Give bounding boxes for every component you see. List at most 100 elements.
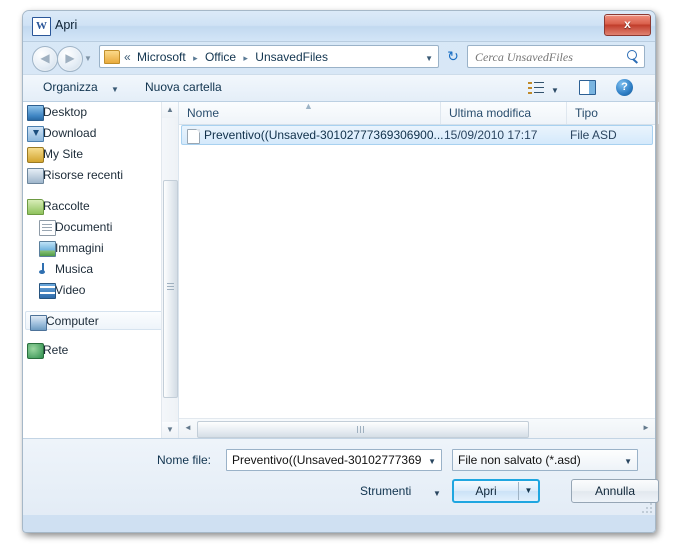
sidebar-item-desktop[interactable]: Desktop (23, 102, 178, 123)
address-bar[interactable]: « Microsoft ▸ Office ▸ UnsavedFiles ▼ (99, 45, 439, 68)
sidebar-item-raccolte[interactable]: Raccolte (23, 196, 178, 217)
chevron-down-icon[interactable]: ▼ (425, 54, 433, 63)
sidebar-item-video[interactable]: Video (23, 280, 178, 301)
video-icon (39, 283, 56, 299)
action-row: Strumenti ▼ Apri ▼ Annulla (35, 479, 659, 505)
forward-arrow-icon: ▶ (65, 51, 75, 65)
filename-value: Preventivo((Unsaved-3010277736930( (232, 453, 422, 467)
file-modified: 15/09/2010 17:17 (444, 128, 538, 142)
new-folder-button[interactable]: Nuova cartella (145, 80, 222, 94)
network-icon (27, 343, 44, 359)
column-header-ultima-modifica[interactable]: Ultima modifica (441, 102, 567, 124)
file-name: Preventivo((Unsaved-30102777369306900... (204, 128, 444, 142)
search-icon (626, 50, 639, 64)
forward-button[interactable]: ▶ (57, 46, 83, 72)
open-dialog-window: W Apri x ◀ ▶ ▼ « Microsoft ▸ Office ▸ Un… (22, 10, 659, 533)
breadcrumb-separator-2[interactable]: ▸ (239, 53, 252, 63)
sidebar-scroll-down-icon[interactable]: ▼ (162, 422, 178, 438)
sidebar-item-label: Video (55, 283, 86, 297)
filename-chevron-down-icon[interactable]: ▼ (428, 457, 436, 466)
address-bar-row: ◀ ▶ ▼ « Microsoft ▸ Office ▸ UnsavedFile… (23, 42, 655, 74)
pictures-icon (39, 241, 56, 257)
tools-button[interactable]: Strumenti (360, 484, 411, 498)
file-list-horizontal-scrollbar[interactable]: ◄ ► (179, 418, 655, 438)
sidebar-item-label: Raccolte (43, 199, 90, 213)
open-button[interactable]: Apri ▼ (452, 479, 540, 503)
toolbar: Organizza ▼ Nuova cartella ▼ ? (23, 74, 655, 102)
organize-chevron-down-icon[interactable]: ▼ (111, 85, 119, 94)
sidebar-item-label: Musica (55, 262, 94, 276)
filter-chevron-down-icon[interactable]: ▼ (624, 457, 632, 466)
dialog-footer: Nome file: Preventivo((Unsaved-301027773… (23, 439, 659, 515)
breadcrumb-prefix[interactable]: « (124, 50, 134, 64)
view-chevron-down-icon[interactable]: ▼ (551, 86, 559, 95)
sidebar-item-my-site[interactable]: My Site (23, 144, 178, 165)
hscroll-left-icon[interactable]: ◄ (180, 420, 196, 436)
filename-row: Nome file: Preventivo((Unsaved-301027773… (35, 449, 643, 473)
history-dropdown-icon[interactable]: ▼ (84, 54, 92, 63)
sidebar-item-label: Documenti (55, 220, 113, 234)
word-icon: W (32, 17, 51, 36)
music-icon (39, 262, 54, 276)
filename-input[interactable]: Preventivo((Unsaved-3010277736930( ▼ (226, 449, 442, 471)
sidebar-item-documenti[interactable]: Documenti (23, 217, 178, 238)
help-icon[interactable]: ? (616, 79, 633, 96)
sidebar-item-label: Download (43, 126, 97, 140)
hscroll-thumb[interactable] (197, 421, 529, 438)
recent-places-icon (27, 168, 44, 184)
sidebar-scroll-thumb[interactable] (163, 180, 178, 398)
list-view-icon[interactable] (528, 81, 544, 95)
libraries-icon (27, 199, 44, 215)
folder-icon (104, 50, 120, 64)
sidebar-group-spacer (23, 330, 178, 340)
refresh-icon[interactable]: ↻ (444, 48, 462, 65)
desktop-background: W Apri x ◀ ▶ ▼ « Microsoft ▸ Office ▸ Un… (0, 0, 678, 549)
sidebar-item-label: Desktop (43, 105, 88, 119)
navigation-sidebar: Desktop Download My Site Risorse recenti Rac… (23, 102, 179, 438)
title-bar: W Apri x (23, 11, 655, 42)
computer-icon (30, 315, 47, 331)
desktop-icon (27, 105, 44, 121)
sidebar-item-label: Rete (43, 343, 69, 357)
column-header-row: Nome ▲ Ultima modifica Tipo (179, 101, 659, 125)
breadcrumb-item-unsavedfiles[interactable]: UnsavedFiles (255, 50, 328, 64)
sidebar-scroll-up-icon[interactable]: ▲ (162, 102, 178, 118)
download-icon (27, 126, 44, 142)
file-rows: Preventivo((Unsaved-30102777369306900...… (179, 124, 655, 418)
cancel-button[interactable]: Annulla (571, 479, 659, 503)
close-button[interactable]: x (604, 14, 651, 36)
sidebar-item-risorse-recenti[interactable]: Risorse recenti (23, 165, 178, 186)
back-arrow-icon: ◀ (40, 51, 50, 65)
sidebar-item-musica[interactable]: Musica (23, 259, 178, 280)
my-site-icon (27, 147, 44, 163)
sidebar-item-download[interactable]: Download (23, 123, 178, 144)
resize-grip[interactable] (641, 502, 652, 513)
hscroll-right-icon[interactable]: ► (638, 420, 654, 436)
sidebar-group-spacer (23, 186, 178, 196)
breadcrumb-item-office[interactable]: Office (205, 50, 236, 64)
sidebar-scrollbar[interactable]: ▲ ▼ (161, 102, 178, 438)
sidebar-item-rete[interactable]: Rete (23, 340, 178, 361)
close-icon: x (624, 17, 631, 31)
search-box[interactable] (467, 45, 645, 68)
tools-chevron-down-icon[interactable]: ▼ (433, 489, 441, 498)
sidebar-item-computer[interactable]: Computer (25, 311, 176, 331)
back-button[interactable]: ◀ (32, 46, 58, 72)
open-split-chevron-down-icon[interactable]: ▼ (519, 481, 538, 501)
file-type-filter[interactable]: File non salvato (*.asd) ▼ (452, 449, 638, 471)
column-header-tipo[interactable]: Tipo (567, 102, 659, 124)
search-input[interactable] (473, 48, 622, 67)
breadcrumb: « Microsoft ▸ Office ▸ UnsavedFiles (124, 50, 328, 64)
sidebar-group-spacer (23, 301, 178, 311)
file-type-value: File non salvato (*.asd) (458, 453, 581, 467)
sidebar-item-label: My Site (43, 147, 84, 161)
organize-button[interactable]: Organizza (43, 80, 98, 94)
file-icon (187, 129, 200, 144)
breadcrumb-item-microsoft[interactable]: Microsoft (137, 50, 186, 64)
preview-pane-icon[interactable] (579, 80, 596, 95)
breadcrumb-separator-1[interactable]: ▸ (189, 53, 202, 63)
sidebar-item-immagini[interactable]: Immagini (23, 238, 178, 259)
filename-label: Nome file: (157, 453, 212, 467)
sidebar-item-label: Computer (46, 314, 99, 328)
table-row[interactable]: Preventivo((Unsaved-30102777369306900...… (181, 125, 653, 145)
